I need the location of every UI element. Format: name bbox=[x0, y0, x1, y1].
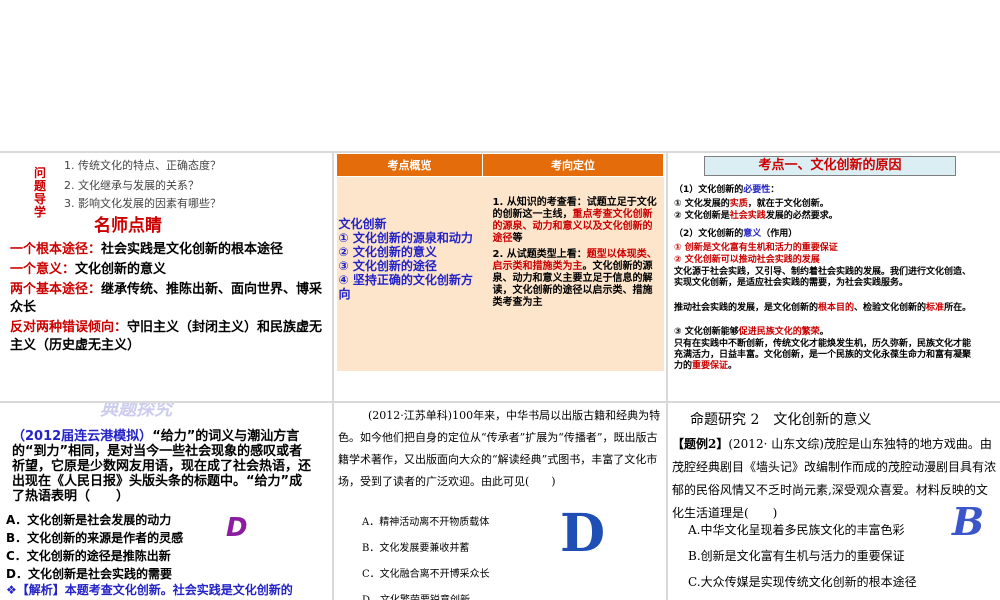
text-line: ① 创新是文化富有生机和活力的重要保证 bbox=[674, 243, 838, 253]
text-line: （1）文化创新的必要性： bbox=[674, 185, 780, 195]
note-line: 两个基本途径：继承传统、推陈出新、面向世界、博采众长 bbox=[10, 282, 323, 315]
answer-option: C．文化融合离不开博采众长 bbox=[362, 569, 490, 580]
answer-option: B．文化创新的来源是作者的灵感 bbox=[6, 531, 184, 545]
table-header: 考向定位 bbox=[482, 153, 664, 177]
direction-cell: 1. 从知识的考查看：试题立足于文化的创新这一主线，重点考查文化创新的源泉、动力… bbox=[482, 176, 664, 371]
section-title: 命题研究 2 文化创新的意义 bbox=[690, 412, 872, 428]
answer-mark: B bbox=[952, 499, 985, 544]
list-item: 文化创新 bbox=[338, 217, 387, 231]
answer-mark: D bbox=[226, 513, 248, 543]
note-line: 一个意义：文化创新的意义 bbox=[10, 262, 167, 277]
slide-teacher-notes: 问题导学 1. 传统文化的特点、正确态度？ 2. 文化继承与发展的关系？ 3. … bbox=[0, 153, 332, 401]
question-stem: （2012届连云港模拟）“给力”的词义与潮汕方言的“到力”相同，是对当今一些社会… bbox=[12, 429, 312, 504]
slide-example-question: (2012·江苏单科)100年来，中华书局以出版古籍和经典为特色。如今他们把自身… bbox=[334, 403, 666, 600]
text-line: 只有在实践中不断创新，传统文化才能焕发生机，历久弥新，民族文化才能充满活力，日益… bbox=[674, 339, 972, 371]
section-title: 名师点睛 bbox=[94, 216, 162, 236]
question-stem: (2012·江苏单科)100年来，中华书局以出版古籍和经典为特色。如今他们把自身… bbox=[338, 409, 661, 488]
question-item: 1. 传统文化的特点、正确态度？ bbox=[64, 159, 221, 172]
section-title: 考点一、文化创新的原因 bbox=[704, 156, 956, 176]
answer-mark: D bbox=[560, 503, 606, 564]
side-label: 问题导学 bbox=[34, 166, 47, 219]
text-line: （2）文化创新的意义（作用） bbox=[674, 229, 798, 239]
answer-option: A．文化创新是社会发展的动力 bbox=[6, 513, 172, 527]
slide-example-question: 典题探究 （2012届连云港模拟）“给力”的词义与潮汕方言的“到力”相同，是对当… bbox=[0, 403, 332, 600]
answer-option: A．精神活动离不开物质载体 bbox=[362, 517, 490, 528]
answer-option: A.中华文化呈现着多民族文化的丰富色彩 bbox=[688, 523, 905, 537]
note-line: 一个根本途径：社会实践是文化创新的根本途径 bbox=[10, 242, 284, 257]
list-item: ② 文化创新的意义 bbox=[338, 245, 437, 259]
question-item: 3. 影响文化发展的因素有哪些？ bbox=[64, 197, 221, 210]
text-line: 文化源于社会实践，又引导、制约着社会实践的发展。我们进行文化创造、实现文化创新，… bbox=[674, 267, 972, 288]
answer-option: D．文化创新是社会实践的需要 bbox=[6, 567, 172, 581]
overview-cell: 文化创新 ① 文化创新的源泉和动力 ② 文化创新的意义 ③ 文化创新的途径 ④ … bbox=[336, 176, 483, 371]
text-line: 推动社会实践的发展，是文化创新的根本目的、检验文化创新的标准所在。 bbox=[674, 303, 972, 313]
slide-exam-overview: 考点概览 考向定位 文化创新 ① 文化创新的源泉和动力 ② 文化创新的意义 ③ … bbox=[334, 153, 666, 401]
answer-option: C.大众传媒是实现传统文化创新的根本途径 bbox=[688, 575, 917, 589]
question-item: 2. 文化继承与发展的关系？ bbox=[64, 179, 199, 192]
direction-paragraph: 1. 从知识的考查看：试题立足于文化的创新这一主线，重点考查文化创新的源泉、动力… bbox=[492, 197, 657, 244]
question-stem: 【题例2】(2012· 山东文综)茂腔是山东独特的地方戏曲。由茂腔经典剧目《墙头… bbox=[672, 437, 997, 520]
answer-option: C．文化创新的途径是推陈出新 bbox=[6, 549, 171, 563]
analysis-text: ❖【解析】本题考查文化创新。社会实践是文化创新的 bbox=[6, 583, 293, 597]
list-item: ④ 坚持正确的文化创新方向 bbox=[338, 273, 473, 301]
text-line: ③ 文化创新能够促进民族文化的繁荣。 bbox=[674, 327, 829, 337]
answer-option: B．文化发展要兼收并蓄 bbox=[362, 543, 470, 554]
note-line: 反对两种错误倾向：守旧主义（封闭主义）和民族虚无主义（历史虚无主义） bbox=[10, 320, 323, 353]
answer-option: D．文化繁荣要锐意创新 bbox=[362, 591, 470, 600]
table-header: 考点概览 bbox=[336, 153, 483, 177]
overview-table: 考点概览 考向定位 文化创新 ① 文化创新的源泉和动力 ② 文化创新的意义 ③ … bbox=[336, 153, 664, 371]
slide-example-question: 命题研究 2 文化创新的意义 【题例2】(2012· 山东文综)茂腔是山东独特的… bbox=[668, 403, 1000, 600]
slide-innovation-reasons: 考点一、文化创新的原因 （1）文化创新的必要性： ① 文化发展的实质，就在于文化… bbox=[668, 153, 1000, 401]
answer-option: B.创新是文化富有生机与活力的重要保证 bbox=[688, 549, 905, 563]
text-line: ② 文化创新是社会实践发展的必然要求。 bbox=[674, 211, 838, 221]
banner-text: 典题探究 bbox=[100, 403, 172, 420]
text-line: ① 文化发展的实质，就在于文化创新。 bbox=[674, 199, 829, 209]
list-item: ① 文化创新的源泉和动力 bbox=[338, 231, 473, 245]
direction-paragraph: 2. 从试题类型上看：题型以体现类、启示类和措施类为主。文化创新的源泉、动力和意… bbox=[492, 249, 657, 308]
list-item: ③ 文化创新的途径 bbox=[338, 259, 437, 273]
text-line: ② 文化创新可以推动社会实践的发展 bbox=[674, 255, 820, 265]
